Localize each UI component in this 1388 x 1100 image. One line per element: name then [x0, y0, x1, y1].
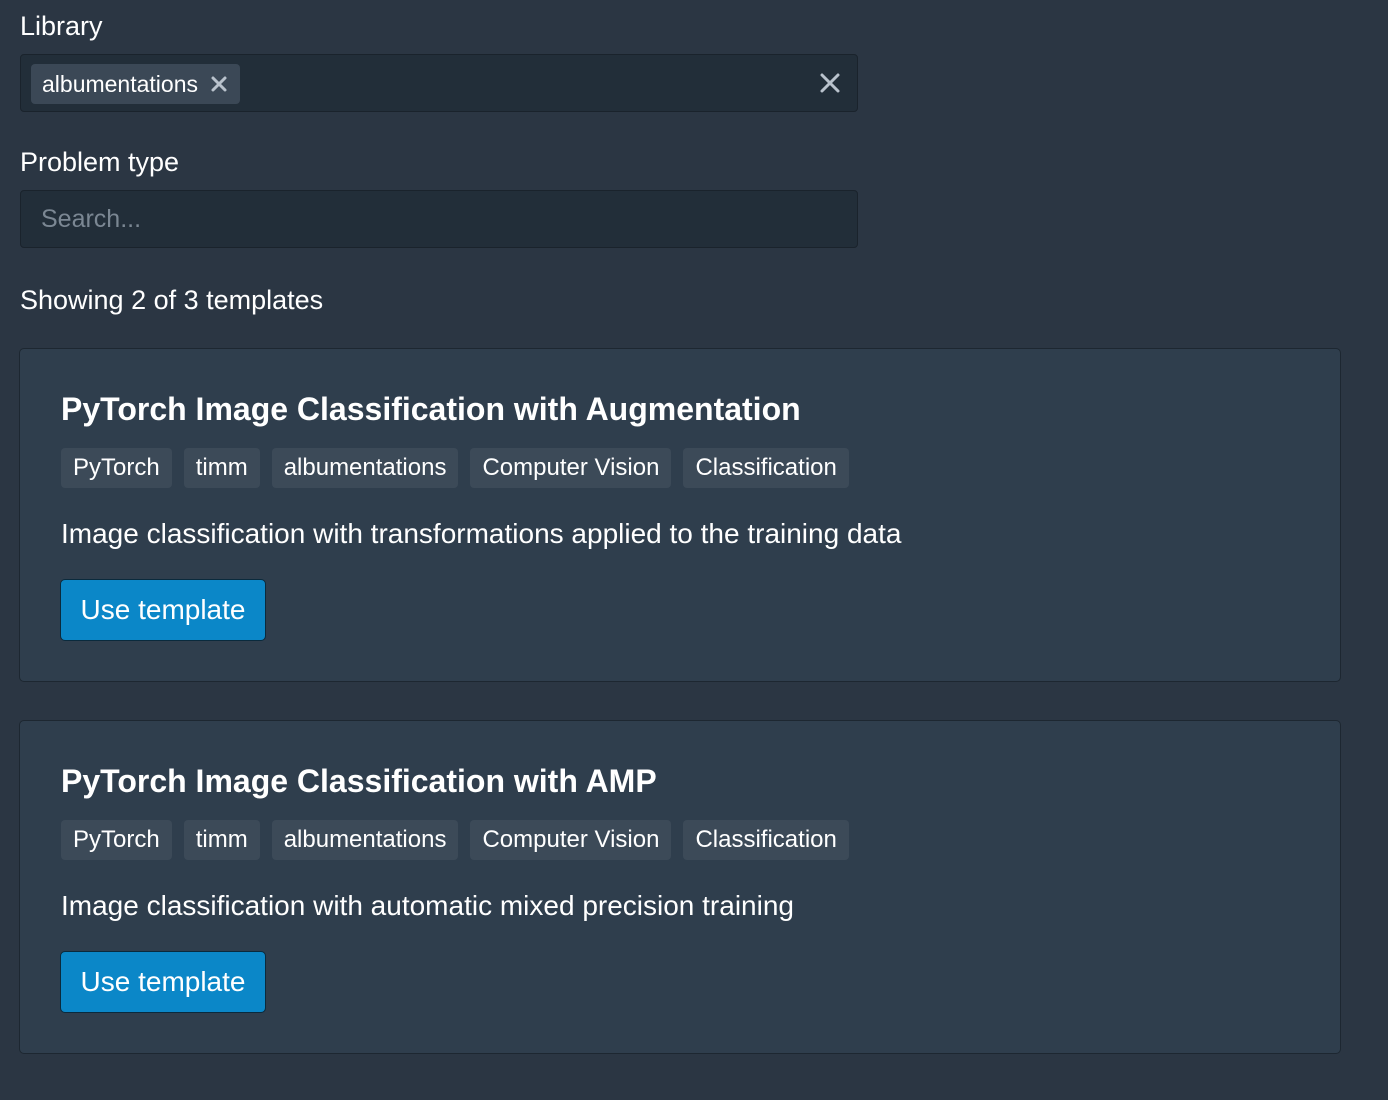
close-icon[interactable]: [210, 75, 228, 93]
tag: Computer Vision: [470, 448, 672, 488]
tag: Classification: [683, 448, 849, 488]
tag: PyTorch: [61, 820, 172, 860]
template-description: Image classification with automatic mixe…: [61, 890, 794, 921]
problem-type-field: [20, 190, 858, 248]
template-tags: PyTorch timm albumentations Computer Vis…: [61, 448, 849, 488]
tag: timm: [183, 448, 260, 488]
problem-type-search-input[interactable]: [21, 191, 857, 247]
results-summary: Showing 2 of 3 templates: [20, 285, 324, 315]
chip-label: albumentations: [42, 70, 198, 97]
library-label: Library: [20, 11, 103, 41]
tag: albumentations: [271, 448, 459, 488]
template-tags: PyTorch timm albumentations Computer Vis…: [61, 820, 849, 860]
template-card: PyTorch Image Classification with AMP Py…: [19, 720, 1341, 1054]
template-card: PyTorch Image Classification with Augmen…: [19, 348, 1341, 682]
tag: timm: [183, 820, 260, 860]
template-description: Image classification with transformation…: [61, 518, 902, 549]
tag: Computer Vision: [470, 820, 672, 860]
clear-all-icon[interactable]: [819, 72, 841, 94]
use-template-button[interactable]: Use template: [60, 579, 266, 641]
template-title: PyTorch Image Classification with AMP: [61, 763, 657, 799]
use-template-button[interactable]: Use template: [60, 951, 266, 1013]
tag: Classification: [683, 820, 849, 860]
problem-type-label: Problem type: [20, 147, 180, 177]
tag: albumentations: [271, 820, 459, 860]
library-multiselect[interactable]: albumentations: [20, 54, 858, 112]
template-title: PyTorch Image Classification with Augmen…: [61, 391, 801, 427]
tag: PyTorch: [61, 448, 172, 488]
selected-library-chip: albumentations: [31, 64, 240, 104]
